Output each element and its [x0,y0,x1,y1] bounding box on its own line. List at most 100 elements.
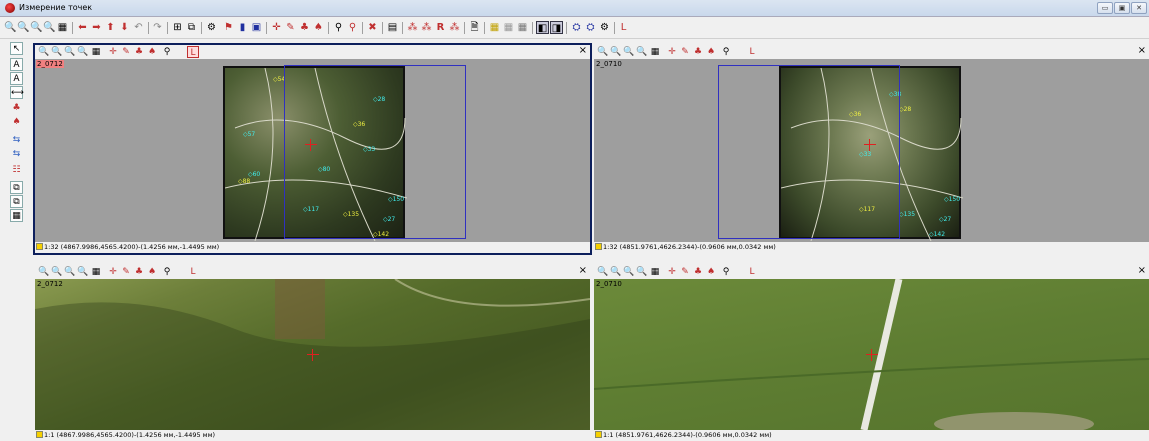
image-view[interactable]: 2_0712 [35,279,590,430]
filter-icon[interactable]: ⚲ [161,266,173,278]
zoom-fit-icon[interactable]: 🔍 [623,266,635,278]
l-toggle-button[interactable]: L [187,266,199,278]
point-move-icon[interactable]: ♣ [692,46,704,58]
grid-icon[interactable]: ▦ [56,21,69,34]
zoom-fit-icon[interactable]: 🔍 [623,46,635,58]
l-toggle-button[interactable]: L [187,46,199,58]
zoom-in-icon[interactable]: 🔍 [597,46,609,58]
undo-icon[interactable]: ↶ [132,21,145,34]
transfer2-icon[interactable]: ⇆ [10,148,23,161]
point-label[interactable]: ◇57 [243,131,255,138]
image-view[interactable]: 2_0712 ◇54 ◇57 ◇33 ◇36 ◇28 ◇60 ◇88 ◇80 ◇150 ◇135 ◇1… [35,59,590,242]
layer-edit-icon[interactable]: ▦ [516,21,529,34]
panel-close-icon[interactable]: × [579,45,587,56]
measure-icon[interactable]: ⟷ [10,86,24,99]
l-label[interactable]: L [617,21,630,34]
delete-cross-icon[interactable]: ✖ [366,21,379,34]
layer-icon[interactable]: ▦ [488,21,501,34]
point-label[interactable]: ◇60 [248,171,260,178]
filter-icon[interactable]: ⚲ [332,21,345,34]
maximize-button[interactable]: ▣ [1114,2,1130,14]
zoom-out-icon[interactable]: 🔍 [610,266,622,278]
zoom-out-icon[interactable]: 🔍 [51,266,63,278]
flag-icon[interactable]: ⚑ [222,21,235,34]
point-measure-icon[interactable]: ✎ [120,46,132,58]
image-view[interactable]: 2_0710 [594,279,1149,430]
tool-icon[interactable]: ⛭ [570,21,583,34]
arrow-right-icon[interactable]: ➡ [90,21,103,34]
grid-icon[interactable]: ▦ [90,46,102,58]
point-label[interactable]: ◇135 [899,211,915,218]
point-label[interactable]: ◇142 [929,231,945,238]
zoom-all-icon[interactable]: 🔍 [636,46,648,58]
panel-close-icon[interactable]: × [579,265,587,276]
grid-icon[interactable]: ▦ [649,46,661,58]
point-move-icon[interactable]: ♣ [133,266,145,278]
layer-gray-icon[interactable]: ▦ [502,21,515,34]
settings-icon[interactable]: ⚙ [598,21,611,34]
pointer-icon[interactable]: ↖ [10,42,23,55]
sync-icon[interactable]: ⧉ [185,21,198,34]
layout-icon[interactable]: ⊞ [171,21,184,34]
arrow-up-icon[interactable]: ⬆ [104,21,117,34]
zoom-all-icon[interactable]: 🔍 [77,46,89,58]
point-delete-icon[interactable]: ♠ [146,266,158,278]
point-label[interactable]: ◇27 [939,216,951,223]
text-a-icon[interactable]: A [10,58,23,71]
point-measure-icon[interactable]: ✎ [679,266,691,278]
point-add-icon[interactable]: ✛ [270,21,283,34]
l-toggle-button[interactable]: L [746,266,758,278]
tool2-icon[interactable]: ⛭ [584,21,597,34]
grid-icon[interactable]: ▦ [90,266,102,278]
zoom-fit-icon[interactable]: 🔍 [64,46,76,58]
point-del-left-icon[interactable]: ♠ [10,116,23,129]
table-icon[interactable]: ▤ [386,21,399,34]
report-icon[interactable]: 🗎 [468,21,481,34]
point-delete-icon[interactable]: ♠ [312,21,325,34]
list-icon[interactable]: ☷ [10,164,23,177]
point-delete-icon[interactable]: ♠ [146,46,158,58]
point-add-icon[interactable]: ✛ [666,46,678,58]
point-measure-icon[interactable]: ✎ [679,46,691,58]
a-under-icon[interactable]: A [10,72,23,85]
transfer-icon[interactable]: ⇆ [10,134,23,147]
grid-left-icon[interactable]: ▦ [10,209,23,222]
zoom-in-icon[interactable]: 🔍 [38,46,50,58]
zoom-out-icon[interactable]: 🔍 [51,46,63,58]
image-view[interactable]: 2_0710 ◇36 ◇33 ◇38 ◇28 ◇150 ◇135 ◇117 ◇27 ◇142 [594,59,1149,242]
point-delete-icon[interactable]: ♠ [705,46,717,58]
document-icon[interactable]: ▮ [236,21,249,34]
arrow-down-icon[interactable]: ⬇ [118,21,131,34]
filter-red-icon[interactable]: ⚲ [346,21,359,34]
point-add-left-icon[interactable]: ♣ [10,102,23,115]
zoom-in-icon[interactable]: 🔍 [597,266,609,278]
filter-icon[interactable]: ⚲ [720,46,732,58]
save-icon[interactable]: ▣ [250,21,263,34]
minimize-button[interactable]: ▭ [1097,2,1113,14]
settings-gear-icon[interactable]: ⚙ [205,21,218,34]
grid-icon[interactable]: ▦ [649,266,661,278]
l-toggle-button[interactable]: L [746,46,758,58]
point-move-icon[interactable]: ♣ [692,266,704,278]
points-r-icon[interactable]: ⁂ [406,21,419,34]
filter-icon[interactable]: ⚲ [161,46,173,58]
view-two-icon[interactable]: ◨ [550,21,563,34]
zoom-all-icon[interactable]: 🔍 [77,266,89,278]
point-move-icon[interactable]: ♣ [298,21,311,34]
zoom-all-icon[interactable]: 🔍 [43,21,56,34]
point-label[interactable]: ◇88 [238,178,250,185]
point-add-icon[interactable]: ✛ [107,46,119,58]
zoom-in-icon[interactable]: 🔍 [38,266,50,278]
point-move-icon[interactable]: ♣ [133,46,145,58]
point-add-icon[interactable]: ✛ [107,266,119,278]
point-delete-icon[interactable]: ♠ [705,266,717,278]
zoom-fit-icon[interactable]: 🔍 [30,21,43,34]
zoom-all-icon[interactable]: 🔍 [636,266,648,278]
point-add-icon[interactable]: ✛ [666,266,678,278]
zoom-out-icon[interactable]: 🔍 [610,46,622,58]
point-label[interactable]: ◇28 [899,106,911,113]
view-one-icon[interactable]: ◧ [536,21,549,34]
arrow-left-icon[interactable]: ⬅ [76,21,89,34]
filter-icon[interactable]: ⚲ [720,266,732,278]
panel-close-icon[interactable]: × [1138,265,1146,276]
